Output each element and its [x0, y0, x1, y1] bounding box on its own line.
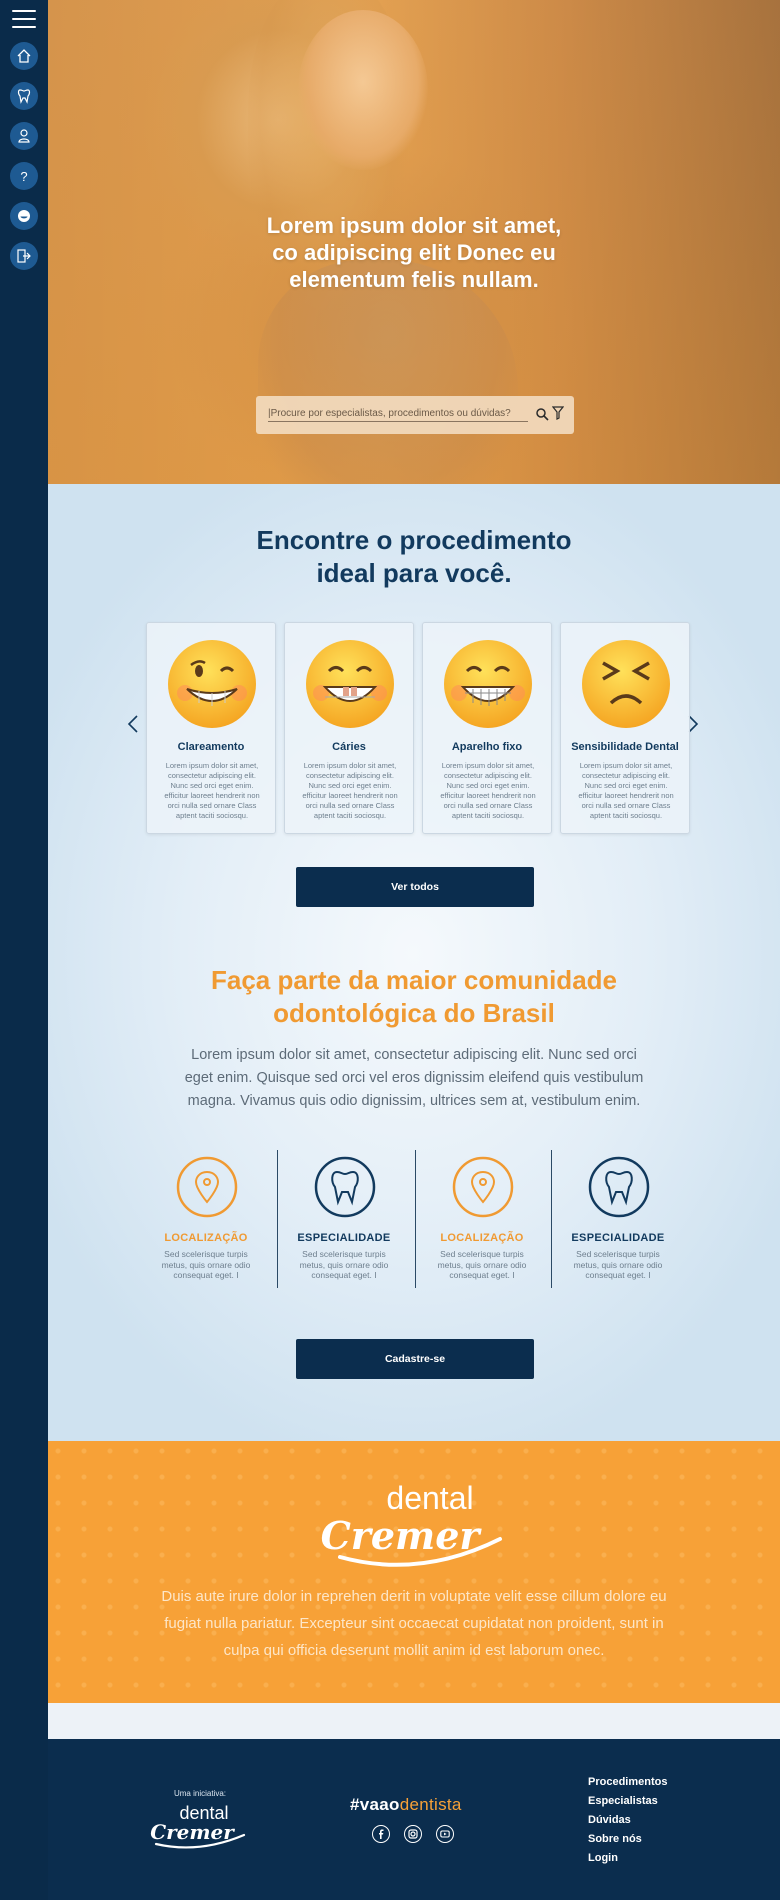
carousel-prev-arrow-icon[interactable]	[126, 714, 140, 734]
footer-dental-cremer-logo[interactable]: dental Cremer	[144, 1799, 254, 1849]
footer-link-procedimentos[interactable]: Procedimentos	[588, 1773, 667, 1792]
filter-icon[interactable]	[552, 406, 564, 420]
feature-item: ESPECIALIDADE Sed scelerisque turpis met…	[276, 1150, 412, 1290]
tooth-outline-icon	[314, 1156, 376, 1218]
hero-banner: Lorem ipsum dolor sit amet, co adipiscin…	[48, 0, 780, 484]
procedure-card-title: Cáries	[332, 741, 366, 753]
feature-title: ESPECIALIDADE	[571, 1232, 665, 1244]
procedure-card-desc: Lorem ipsum dolor sit amet, consectetur …	[302, 761, 398, 820]
feature-desc: Sed scelerisque turpis metus, quis ornar…	[573, 1249, 663, 1280]
search-icon[interactable]	[535, 407, 549, 421]
footer: Uma iniciativa: dental Cremer #vaaodenti…	[48, 1739, 780, 1900]
facebook-icon[interactable]	[372, 1825, 390, 1843]
feature-desc: Sed scelerisque turpis metus, quis ornar…	[299, 1249, 389, 1280]
logo-top-text: dental	[386, 1480, 473, 1516]
signup-button[interactable]: Cadastre-se	[296, 1339, 534, 1379]
feature-item: ESPECIALIDADE Sed scelerisque turpis met…	[550, 1150, 686, 1290]
svg-text:?: ?	[20, 169, 27, 184]
search-input[interactable]	[268, 406, 528, 422]
wince-emoji-icon	[582, 640, 670, 728]
feature-divider	[277, 1150, 278, 1288]
braces-grin-emoji-icon	[444, 640, 532, 728]
see-all-button[interactable]: Ver todos	[296, 867, 534, 907]
search-bar	[256, 396, 574, 434]
logo-script-text: Cremer	[321, 1513, 483, 1558]
location-pin-icon	[452, 1156, 514, 1218]
logout-icon[interactable]	[10, 242, 38, 270]
hashtag-part2: dentista	[399, 1795, 462, 1814]
footer-link-especialistas[interactable]: Especialistas	[588, 1792, 667, 1811]
feature-item: LOCALIZAÇÃO Sed scelerisque turpis metus…	[138, 1150, 274, 1290]
footer-link-duvidas[interactable]: Dúvidas	[588, 1811, 667, 1830]
footer-link-login[interactable]: Login	[588, 1849, 667, 1868]
feature-title: LOCALIZAÇÃO	[164, 1232, 248, 1244]
procedure-card-desc: Lorem ipsum dolor sit amet, consectetur …	[164, 761, 260, 820]
instagram-icon[interactable]	[404, 1825, 422, 1843]
question-icon[interactable]: ?	[10, 162, 38, 190]
feature-desc: Sed scelerisque turpis metus, quis ornar…	[161, 1249, 251, 1280]
procedure-card-title: Sensibilidade Dental	[571, 741, 679, 753]
hashtag-part1: #vaao	[350, 1795, 400, 1814]
location-pin-icon	[176, 1156, 238, 1218]
procedure-card-title: Clareamento	[177, 741, 245, 753]
feature-desc: Sed scelerisque turpis metus, quis ornar…	[437, 1249, 527, 1280]
feature-divider	[415, 1150, 416, 1288]
feature-divider	[551, 1150, 552, 1288]
footer-link-sobre[interactable]: Sobre nós	[588, 1830, 667, 1849]
grin-cavity-emoji-icon	[306, 640, 394, 728]
youtube-icon[interactable]	[436, 1825, 454, 1843]
community-title: Faça parte da maior comunidade odontológ…	[210, 965, 617, 1028]
procedure-card-desc: Lorem ipsum dolor sit amet, consectetur …	[440, 761, 536, 820]
procedure-card[interactable]: Clareamento Lorem ipsum dolor sit amet, …	[146, 622, 276, 834]
sidebar: ?	[0, 0, 48, 1900]
feature-item: LOCALIZAÇÃO Sed scelerisque turpis metus…	[414, 1150, 550, 1290]
procedure-card[interactable]: Aparelho fixo Lorem ipsum dolor sit amet…	[422, 622, 552, 834]
tooth-outline-icon	[588, 1156, 650, 1218]
procedure-card-desc: Lorem ipsum dolor sit amet, consectetur …	[578, 761, 674, 820]
tooth-icon[interactable]	[10, 82, 38, 110]
footer-logo-script-text: Cremer	[150, 1820, 235, 1844]
feature-title: ESPECIALIDADE	[297, 1232, 391, 1244]
home-icon[interactable]	[10, 42, 38, 70]
brand-text: Duis aute irure dolor in reprehen derit …	[161, 1588, 667, 1659]
separator-strip	[48, 1703, 780, 1739]
brand-band: dental Cremer Duis aute irure dolor in r…	[48, 1441, 780, 1703]
hashtag: #vaaodentista	[350, 1795, 462, 1815]
grimace-wink-emoji-icon	[168, 640, 256, 728]
community-text: Lorem ipsum dolor sit amet, consectetur …	[184, 1047, 644, 1109]
feature-title: LOCALIZAÇÃO	[440, 1232, 524, 1244]
hero-title: Lorem ipsum dolor sit amet, co adipiscin…	[266, 213, 562, 292]
main-content: Encontre o procedimento ideal para você.…	[48, 484, 780, 1441]
procedure-card[interactable]: Sensibilidade Dental Lorem ipsum dolor s…	[560, 622, 690, 834]
procedures-title: Encontre o procedimento ideal para você.	[256, 525, 572, 588]
smile-icon[interactable]	[10, 202, 38, 230]
dental-cremer-logo: dental Cremer	[321, 1480, 502, 1567]
initiative-label: Uma iniciativa:	[173, 1789, 226, 1798]
procedure-card-title: Aparelho fixo	[451, 741, 523, 753]
procedure-card[interactable]: Cáries Lorem ipsum dolor sit amet, conse…	[284, 622, 414, 834]
dentist-icon[interactable]	[10, 122, 38, 150]
footer-nav: Procedimentos Especialistas Dúvidas Sobr…	[588, 1773, 667, 1868]
menu-hamburger-icon[interactable]	[12, 10, 36, 28]
